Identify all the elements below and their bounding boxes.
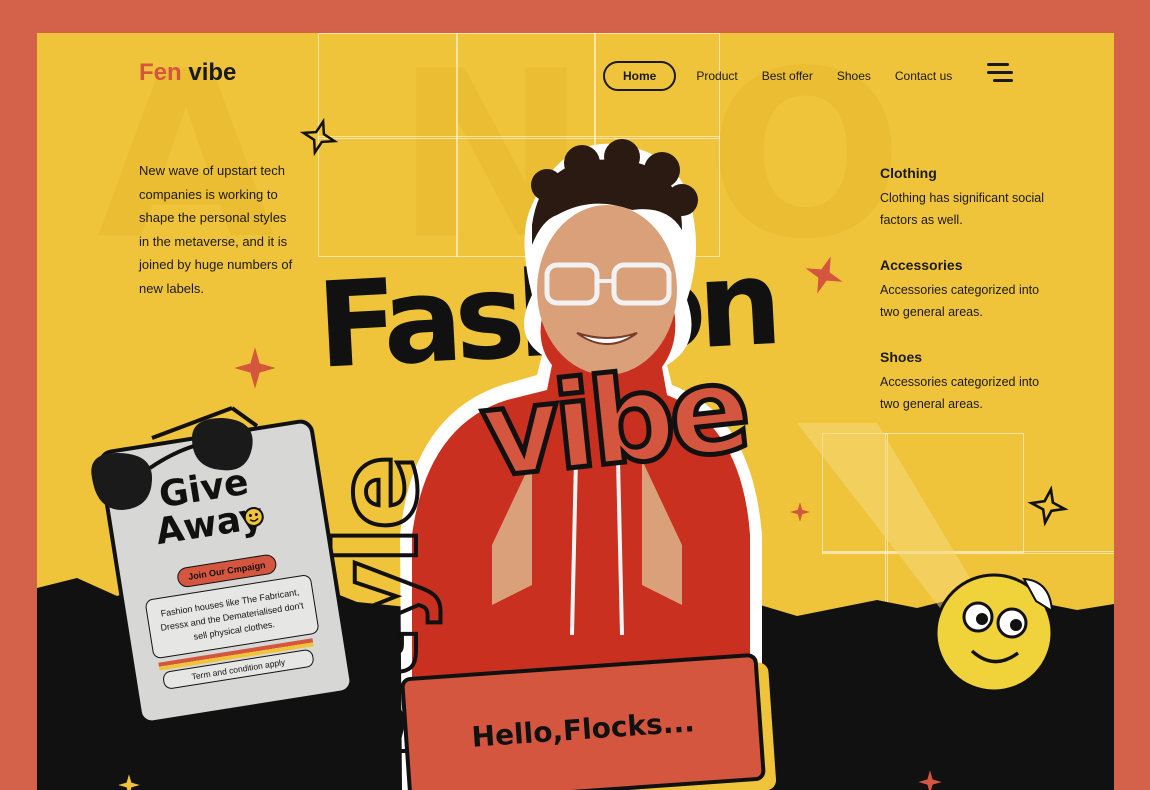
brand-logo[interactable]: Fen vibe [139, 59, 236, 87]
hero-word-vibe: vibe [473, 337, 754, 508]
smiley-face-icon [934, 573, 1054, 693]
intro-text: New wave of upstart tech companies is wo… [139, 163, 293, 296]
hello-text: Hello,Flocks... [470, 704, 696, 754]
star-red-icon [918, 770, 942, 790]
logo-text: vibe [181, 59, 237, 86]
logo-accent: Fen [139, 59, 182, 86]
star-red-icon [805, 256, 843, 294]
feature-text: Accessories categorized into two general… [880, 375, 1040, 411]
features-list: Clothing Clothing has significant social… [880, 165, 1050, 441]
star-yellow-icon [118, 774, 140, 790]
nav-best-offer[interactable]: Best offer [762, 69, 813, 83]
nav-home[interactable]: Home [603, 61, 677, 91]
star-red-icon [234, 347, 276, 389]
nav-shoes[interactable]: Shoes [837, 69, 871, 83]
star-outline-icon [1027, 485, 1069, 527]
feature-title[interactable]: Accessories [880, 257, 1050, 273]
feature-title[interactable]: Clothing [880, 165, 1050, 181]
page-canvas: A N O Fen vibe Home Product Best offer S… [37, 33, 1114, 790]
feature-text: Accessories categorized into two general… [880, 283, 1040, 319]
nav-contact[interactable]: Contact us [895, 69, 952, 83]
feature-accessories: Accessories Accessories categorized into… [880, 257, 1050, 323]
feature-text: Clothing has significant social factors … [880, 191, 1044, 227]
feature-title[interactable]: Shoes [880, 349, 1050, 365]
sunglasses-icon [91, 406, 259, 510]
main-nav: Home Product Best offer Shoes Contact us [603, 61, 976, 91]
feature-shoes: Shoes Accessories categorized into two g… [880, 349, 1050, 415]
menu-icon[interactable] [987, 63, 1013, 85]
hello-banner-button[interactable]: Hello,Flocks... [399, 652, 767, 790]
star-outline-icon [299, 117, 339, 157]
feature-clothing: Clothing Clothing has significant social… [880, 165, 1050, 231]
nav-product[interactable]: Product [696, 69, 737, 83]
